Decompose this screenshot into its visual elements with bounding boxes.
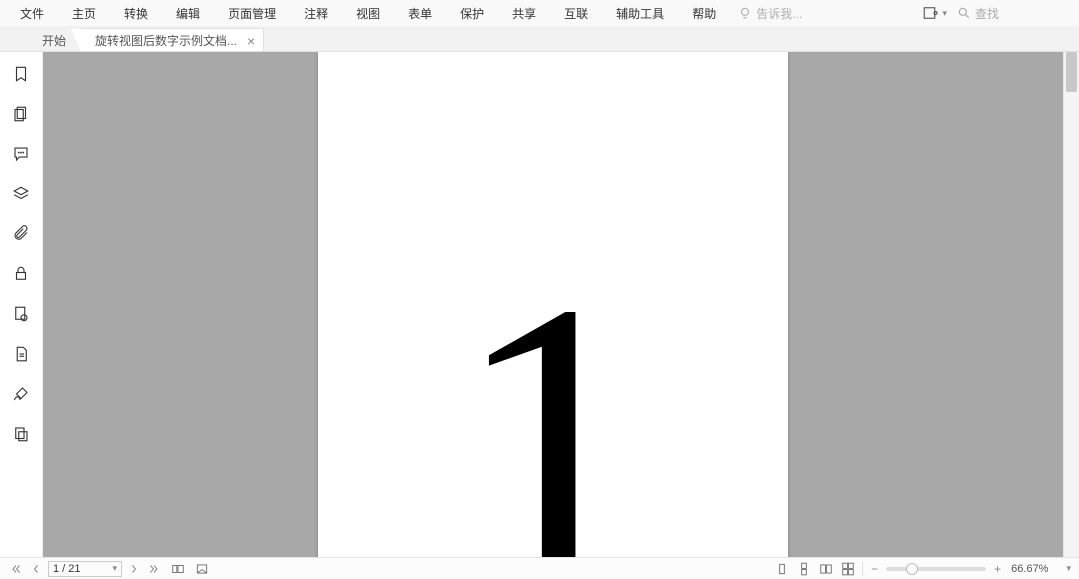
menu-connect[interactable]: 互联 xyxy=(550,0,602,26)
chevron-down-icon: ▾ xyxy=(112,563,117,574)
page-number-input[interactable]: 1 / 21 ▾ xyxy=(48,561,122,577)
tab-start-label: 开始 xyxy=(42,32,66,49)
continuous-facing-view-icon[interactable] xyxy=(840,561,856,577)
thumbnail-toggle-icon[interactable] xyxy=(170,561,186,577)
menu-protect[interactable]: 保护 xyxy=(446,0,498,26)
security-icon[interactable] xyxy=(11,264,31,284)
lightbulb-icon xyxy=(738,6,752,20)
last-page-button[interactable] xyxy=(146,561,162,577)
chevron-down-icon: ▾ xyxy=(942,8,947,19)
menu-view[interactable]: 视图 xyxy=(342,0,394,26)
bookmark-icon[interactable] xyxy=(11,64,31,84)
menu-page-organize[interactable]: 页面管理 xyxy=(214,0,290,26)
menu-comment[interactable]: 注释 xyxy=(290,0,342,26)
stamp-icon[interactable] xyxy=(11,304,31,324)
search-icon xyxy=(957,6,971,20)
zoom-slider-knob[interactable] xyxy=(906,563,918,575)
page-number-value: 1 / 21 xyxy=(53,563,81,575)
chevron-down-icon[interactable]: ▾ xyxy=(1066,563,1071,574)
menu-home[interactable]: 主页 xyxy=(58,0,110,26)
close-icon[interactable]: × xyxy=(247,34,255,48)
tab-bar: 开始 旋转视图后数字示例文档... × xyxy=(0,26,1079,52)
attachment-icon[interactable] xyxy=(11,224,31,244)
menu-help[interactable]: 帮助 xyxy=(678,0,730,26)
reading-mode-icon[interactable] xyxy=(194,561,210,577)
tab-document-label: 旋转视图后数字示例文档... xyxy=(95,32,237,49)
page: 1 xyxy=(318,52,788,557)
zoom-level-label[interactable]: 66.67% xyxy=(1011,563,1048,575)
menu-bar: 文件 主页 转换 编辑 页面管理 注释 视图 表单 保护 共享 互联 辅助工具 … xyxy=(0,0,1079,26)
menu-edit[interactable]: 编辑 xyxy=(162,0,214,26)
vertical-scrollbar[interactable] xyxy=(1063,52,1079,557)
document-canvas[interactable]: 1 xyxy=(43,52,1063,557)
clipboard-icon[interactable] xyxy=(11,424,31,444)
zoom-out-button[interactable]: − xyxy=(869,562,880,576)
signature-icon[interactable] xyxy=(11,384,31,404)
tell-me-search[interactable]: 告诉我... xyxy=(738,5,802,22)
zoom-slider[interactable] xyxy=(886,567,986,571)
comment-icon[interactable] xyxy=(11,144,31,164)
side-panel: ▶ xyxy=(0,52,43,557)
file-icon[interactable] xyxy=(11,344,31,364)
menu-form[interactable]: 表单 xyxy=(394,0,446,26)
single-page-view-icon[interactable] xyxy=(774,561,790,577)
find-box[interactable]: 查找 xyxy=(953,5,1073,22)
menu-accessibility[interactable]: 辅助工具 xyxy=(602,0,678,26)
menu-file[interactable]: 文件 xyxy=(6,0,58,26)
layers-icon[interactable] xyxy=(11,184,31,204)
continuous-view-icon[interactable] xyxy=(796,561,812,577)
facing-view-icon[interactable] xyxy=(818,561,834,577)
zoom-in-button[interactable]: + xyxy=(992,562,1003,576)
tab-document[interactable]: 旋转视图后数字示例文档... × xyxy=(80,28,264,52)
next-page-button[interactable] xyxy=(126,561,142,577)
menu-share[interactable]: 共享 xyxy=(498,0,550,26)
menu-convert[interactable]: 转换 xyxy=(110,0,162,26)
first-page-button[interactable] xyxy=(8,561,24,577)
page-content: 1 xyxy=(453,242,653,557)
reflow-button[interactable]: ▾ xyxy=(916,4,953,22)
scrollbar-thumb[interactable] xyxy=(1066,52,1077,92)
workspace: ▶ 1 xyxy=(0,52,1079,557)
find-placeholder: 查找 xyxy=(975,5,999,22)
status-bar: 1 / 21 ▾ − + xyxy=(0,557,1079,579)
tell-me-placeholder: 告诉我... xyxy=(756,5,802,22)
pages-icon[interactable] xyxy=(11,104,31,124)
prev-page-button[interactable] xyxy=(28,561,44,577)
